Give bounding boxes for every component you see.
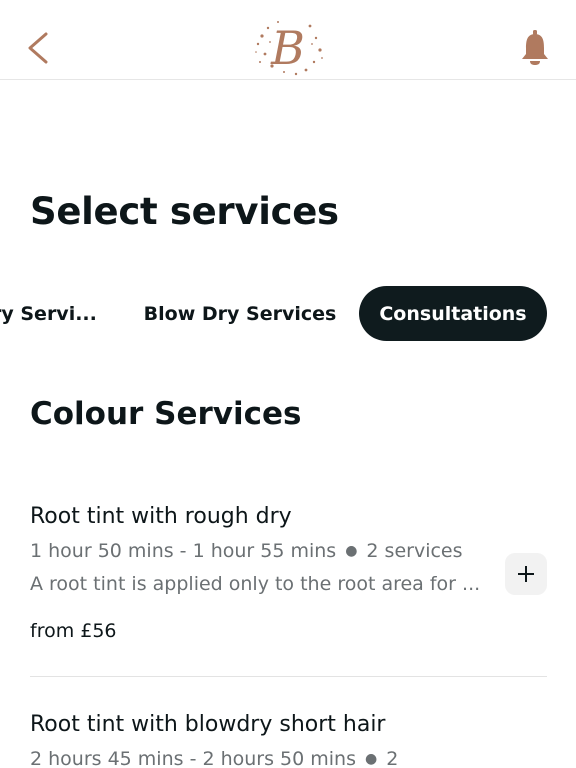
service-duration: 1 hour 50 mins - 1 hour 55 mins [30, 540, 337, 562]
top-bar: B [0, 0, 576, 80]
bell-icon [522, 30, 548, 65]
service-count: 2 [386, 748, 399, 768]
separator-dot: ● [345, 543, 358, 559]
service-meta: 2 hours 45 mins - 2 hours 50 mins ● 2 [30, 748, 500, 768]
service-item[interactable]: Root tint with rough dry [30, 504, 547, 529]
screen: B Select services ry Servi... Blow Dry S… [0, 0, 576, 768]
service-meta: 1 hour 50 mins - 1 hour 55 mins ● 2 servic… [30, 540, 500, 562]
brand-logo: B [248, 14, 328, 78]
divider [30, 676, 547, 677]
service-price-row: from £56 [30, 620, 547, 642]
tab-colour-services[interactable]: ry Servi... [0, 286, 102, 341]
service-count: 2 services [366, 540, 463, 562]
section-title: Colour Services [30, 396, 302, 432]
page-title: Select services [30, 190, 339, 233]
plus-icon [518, 566, 534, 582]
chevron-left-icon [28, 32, 48, 64]
service-price: from £56 [30, 620, 117, 642]
service-item[interactable]: Root tint with blowdry short hair [30, 712, 547, 737]
service-name: Root tint with blowdry short hair [30, 712, 386, 737]
separator-dot: ● [365, 751, 378, 767]
category-tabs: ry Servi... Blow Dry Services Consultati… [0, 286, 576, 342]
service-name: Root tint with rough dry [30, 504, 292, 529]
tab-consultations[interactable]: Consultations [359, 286, 547, 341]
notifications-button[interactable] [518, 28, 552, 68]
back-button[interactable] [22, 28, 54, 68]
tab-blow-dry-services[interactable]: Blow Dry Services [140, 286, 340, 341]
service-duration: 2 hours 45 mins - 2 hours 50 mins [30, 748, 356, 768]
add-service-button[interactable] [505, 553, 547, 595]
logo-letter: B [270, 21, 305, 75]
service-description-row: A root tint is applied only to the root … [30, 573, 500, 595]
service-description: A root tint is applied only to the root … [30, 573, 481, 595]
